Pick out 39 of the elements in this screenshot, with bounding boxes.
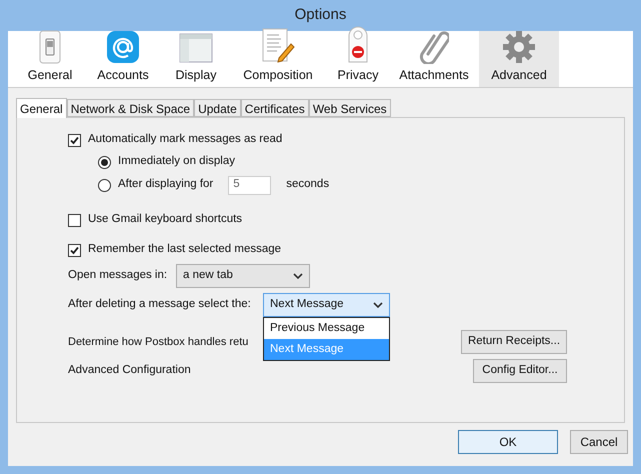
config-label: Advanced Configuration — [68, 363, 191, 378]
cancel-button[interactable]: Cancel — [570, 430, 628, 454]
toolbar-tab[interactable]: Composition — [229, 31, 327, 87]
seconds-field[interactable]: 5 — [228, 176, 272, 194]
ok-button[interactable]: OK — [458, 430, 558, 454]
dialog-button[interactable]: Config Editor... — [473, 359, 567, 383]
receipts-label: Determine how Postbox handles retu — [68, 334, 248, 350]
toolbar-tab[interactable]: Attachments — [389, 31, 479, 87]
toolbar-tab[interactable]: Display — [163, 31, 229, 87]
tab[interactable]: Web Services — [308, 99, 391, 117]
tab[interactable]: Network & Disk Space — [66, 99, 194, 117]
toolbar-tab[interactable]: Accounts — [83, 31, 163, 87]
dropdown-option[interactable]: Previous Message — [264, 318, 389, 339]
tab[interactable]: Update — [194, 99, 241, 117]
after-delete-dropdown[interactable]: Next Message — [263, 293, 390, 317]
radio-button[interactable] — [98, 156, 111, 168]
toolbar-tab[interactable]: Advanced — [479, 31, 559, 87]
unit-label: seconds — [286, 177, 330, 192]
checkbox-label: Remember the last selected message — [88, 242, 282, 258]
checkbox-label: Automatically mark messages as read — [88, 132, 282, 148]
dialog-button[interactable]: Return Receipts... — [461, 330, 567, 354]
gear-icon — [502, 30, 536, 64]
checkbox[interactable] — [68, 134, 81, 146]
tab[interactable]: General — [16, 98, 67, 118]
radio-label: Immediately on display — [118, 154, 235, 170]
window-title: Options — [294, 5, 346, 26]
radio-label: After displaying for — [118, 177, 214, 192]
toolbar-tab[interactable]: Privacy — [327, 31, 389, 87]
field-label: After deleting a message select the: — [68, 297, 252, 312]
radio-button[interactable] — [98, 178, 111, 192]
field-label: Open messages in: — [68, 268, 168, 284]
checkbox-label: Use Gmail keyboard shortcuts — [88, 212, 242, 228]
tab[interactable]: Certificates — [240, 99, 309, 117]
chevron-down-icon — [293, 272, 303, 280]
open-in-dropdown[interactable]: a new tab — [176, 264, 310, 288]
checkbox[interactable] — [68, 244, 81, 256]
toolbar-tab[interactable]: General — [17, 31, 83, 87]
checkbox[interactable] — [68, 214, 81, 226]
chevron-down-icon — [373, 302, 383, 308]
